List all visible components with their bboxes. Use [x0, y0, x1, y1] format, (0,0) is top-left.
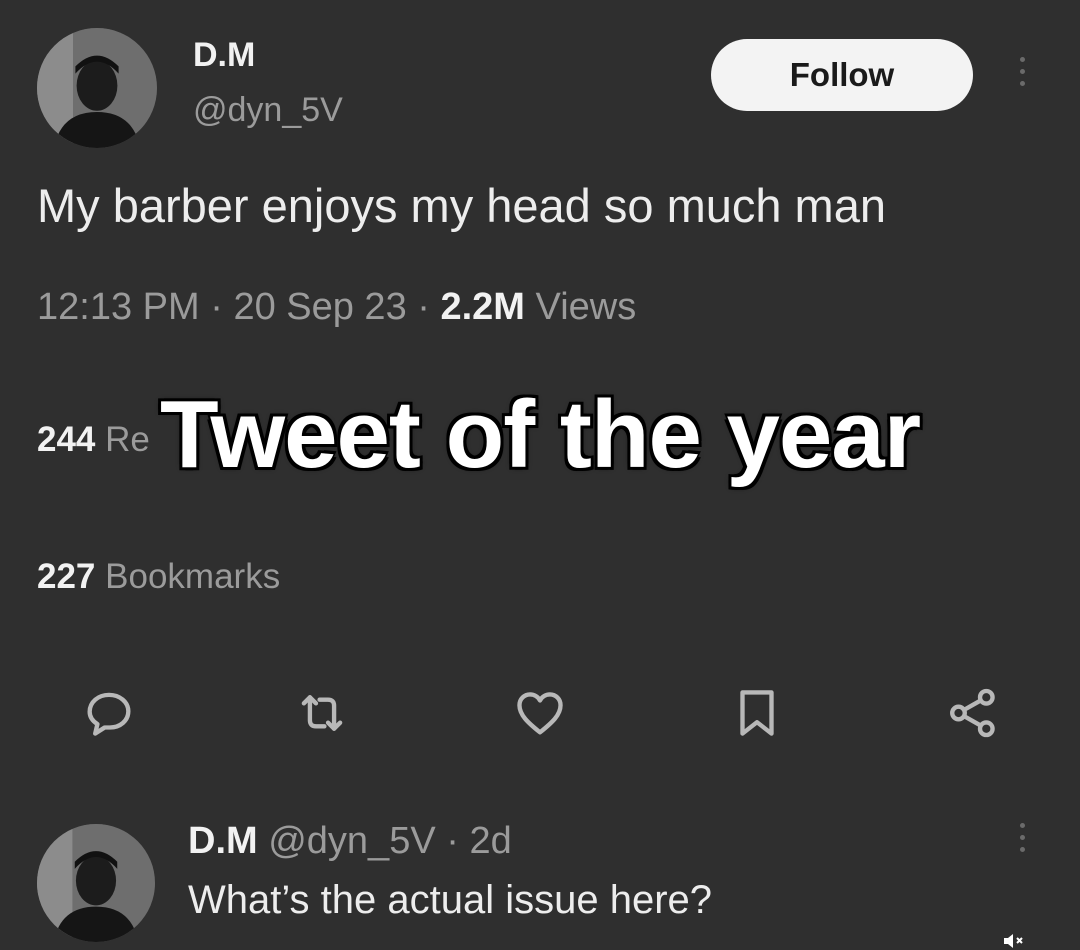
mute-icon[interactable]	[1002, 932, 1030, 950]
reply-author-avatar[interactable]	[37, 824, 155, 942]
separator-dot: ·	[446, 820, 470, 862]
overlay-caption: Tweet of the year	[158, 380, 922, 490]
views-label: Views	[535, 286, 637, 328]
reply-age: 2d	[469, 820, 512, 862]
bookmarks-label: Bookmarks	[105, 557, 281, 596]
separator-dot: ·	[417, 286, 441, 328]
avatar-photo	[37, 824, 155, 942]
like-icon[interactable]	[507, 680, 573, 746]
more-options-icon[interactable]	[1017, 57, 1027, 86]
author-avatar[interactable]	[37, 28, 157, 148]
reply-author-handle[interactable]: @dyn_5V	[268, 820, 435, 862]
tweet-text: My barber enjoys my head so much man	[37, 179, 886, 232]
reply-icon[interactable]	[76, 680, 142, 746]
author-handle[interactable]: @dyn_5V	[193, 91, 343, 130]
reply-text: What’s the actual issue here?	[188, 878, 713, 922]
bookmarks-stat[interactable]: 227 Bookmarks	[37, 557, 280, 597]
reply-header: D.M @dyn_5V · 2d	[188, 820, 512, 863]
views-count: 2.2M	[440, 286, 525, 328]
avatar-photo	[37, 28, 157, 148]
tweet-meta: 12:13 PM · 20 Sep 23 · 2.2M Views	[37, 286, 636, 329]
more-options-icon[interactable]	[1017, 823, 1027, 852]
tweet-time[interactable]: 12:13 PM	[37, 286, 200, 328]
reply-author-name[interactable]: D.M	[188, 820, 258, 862]
bookmark-icon[interactable]	[724, 680, 790, 746]
retweet-icon[interactable]	[289, 680, 355, 746]
author-name[interactable]: D.M	[193, 36, 255, 75]
tweet-date[interactable]: 20 Sep 23	[233, 286, 406, 328]
bookmarks-count: 227	[37, 557, 96, 596]
share-icon[interactable]	[940, 680, 1006, 746]
follow-button[interactable]: Follow	[711, 39, 973, 111]
separator-dot: ·	[210, 286, 234, 328]
action-bar	[0, 680, 1080, 750]
